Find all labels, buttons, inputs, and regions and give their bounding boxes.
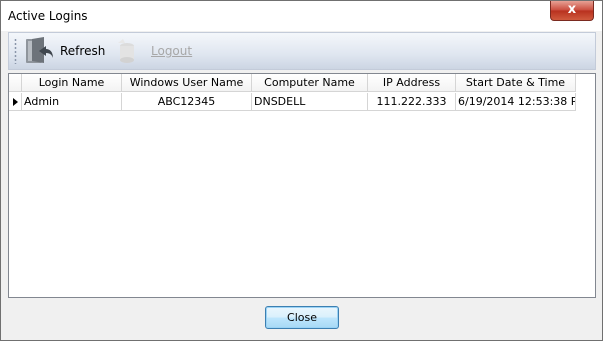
window-title: Active Logins — [8, 9, 88, 23]
table-row[interactable]: Admin ABC12345 DNSDELL 111.222.333 6/19/… — [9, 93, 576, 111]
cell-ip-address[interactable]: 111.222.333 — [368, 93, 456, 111]
column-header-ip-address[interactable]: IP Address — [368, 74, 456, 92]
row-pointer-icon — [13, 98, 18, 106]
close-button[interactable]: Close — [265, 306, 339, 329]
cell-login-name[interactable]: Admin — [22, 93, 122, 111]
cell-windows-user-name[interactable]: ABC12345 — [122, 93, 252, 111]
dialog-footer: Close — [1, 299, 602, 340]
window-close-button[interactable]: x — [550, 1, 594, 21]
column-header-computer-name[interactable]: Computer Name — [252, 74, 368, 92]
current-row-indicator[interactable] — [9, 93, 22, 110]
row-header-corner — [9, 74, 22, 92]
active-logins-grid[interactable]: Login Name Windows User Name Computer Na… — [8, 73, 596, 298]
active-logins-window: Active Logins x Refresh Logout Login Nam… — [0, 0, 603, 341]
toolbar: Refresh Logout — [8, 32, 596, 70]
close-icon: x — [567, 2, 577, 17]
logout-button[interactable]: Logout — [113, 36, 192, 66]
grid-header: Login Name Windows User Name Computer Na… — [9, 74, 576, 92]
column-header-login-name[interactable]: Login Name — [22, 74, 122, 92]
logout-label: Logout — [151, 44, 193, 58]
refresh-label: Refresh — [60, 44, 106, 58]
toolbar-grip[interactable] — [14, 38, 17, 64]
refresh-button[interactable]: Refresh — [22, 36, 105, 66]
column-header-windows-user-name[interactable]: Windows User Name — [122, 74, 252, 92]
logout-cylinder-icon — [113, 35, 147, 67]
refresh-arrow-icon — [22, 35, 56, 67]
cell-start-date-time[interactable]: 6/19/2014 12:53:38 PM — [456, 93, 576, 111]
cell-computer-name[interactable]: DNSDELL — [252, 93, 368, 111]
column-header-start-date-time[interactable]: Start Date & Time — [456, 74, 576, 92]
title-bar: Active Logins x — [1, 1, 602, 31]
